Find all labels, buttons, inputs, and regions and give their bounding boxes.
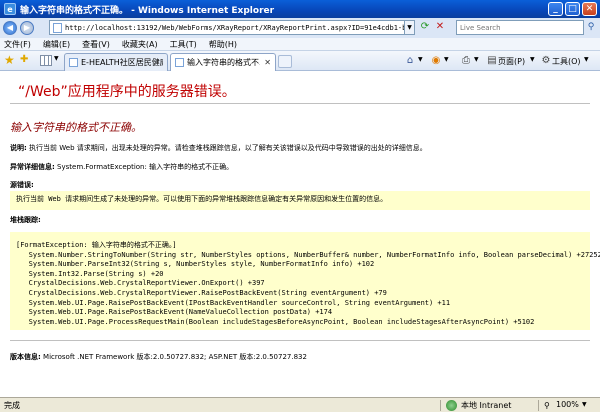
page-content: “/Web”应用程序中的服务器错误。 输入字符串的格式不正确。 说明: 执行当前… (0, 72, 600, 397)
window-controls: _ □ ✕ (548, 2, 597, 16)
page-menu-button[interactable]: 页面(P) (498, 56, 525, 67)
forward-arrow-icon[interactable]: ▶ (20, 21, 34, 35)
menu-file[interactable]: 文件(F) (4, 39, 31, 50)
back-arrow-icon[interactable]: ◀ (3, 21, 17, 35)
page-menu-icon[interactable]: ▤ (486, 55, 498, 67)
refresh-icon[interactable]: ⟳ (419, 21, 431, 33)
close-button[interactable]: ✕ (582, 2, 597, 16)
description-text: 执行当前 Web 请求期间，出现未处理的异常。请检查堆栈跟踪信息，以了解有关该错… (29, 144, 427, 152)
zoom-level[interactable]: 100% (556, 400, 579, 409)
close-tab-icon[interactable]: ✕ (264, 58, 271, 67)
stack-trace-box: [FormatException: 输入字符串的格式不正确。] System.N… (10, 232, 600, 330)
stack-line: System.Number.StringToNumber(String str,… (16, 250, 600, 259)
internet-zone-icon (446, 400, 457, 411)
version-label: 版本信息: (10, 353, 41, 361)
tab-error[interactable]: 输入字符串的格式不... ✕ (170, 53, 276, 71)
tab-ehealth[interactable]: E-HEALTH社区居民健康信... (64, 53, 168, 71)
footer-divider (10, 340, 590, 341)
menu-help[interactable]: 帮助(H) (209, 39, 237, 50)
search-box[interactable] (456, 20, 584, 35)
error-subtitle: 输入字符串的格式不正确。 (10, 121, 142, 134)
page-dropdown-icon[interactable]: ▼ (530, 56, 535, 63)
stack-trace-heading: 堆栈跟踪: (10, 215, 41, 225)
window-title: 输入字符串的格式不正确。 - Windows Internet Explorer (20, 5, 275, 16)
tab-page-icon (69, 58, 78, 67)
stack-trace-label: 堆栈跟踪: (10, 216, 41, 224)
favorites-star-icon[interactable]: ★ (4, 54, 16, 66)
status-separator (538, 400, 539, 411)
search-input[interactable] (460, 23, 570, 32)
zoom-icon[interactable]: ⚲ (544, 401, 550, 410)
description-paragraph: 说明: 执行当前 Web 请求期间，出现未处理的异常。请检查堆栈跟踪信息，以了解… (10, 143, 427, 153)
stack-line: System.Web.UI.Page.ProcessRequestMain(Bo… (16, 317, 535, 326)
tools-gear-icon[interactable]: ⚙ (540, 55, 552, 67)
source-error-box: 执行当前 Web 请求期间生成了未处理的异常。可以使用下面的异常堆栈跟踪信息确定… (10, 191, 590, 210)
stack-line: System.Web.UI.Page.RaisePostBackEvent(Na… (16, 308, 333, 317)
home-icon[interactable]: ⌂ (404, 55, 416, 67)
tools-menu-button[interactable]: 工具(O) (552, 56, 581, 67)
stack-line: System.Number.ParseInt32(String s, Numbe… (16, 260, 375, 269)
window-titlebar: e 输入字符串的格式不正确。 - Windows Internet Explor… (0, 0, 600, 18)
home-dropdown-icon[interactable]: ▼ (418, 56, 423, 63)
description-label: 说明: (10, 144, 27, 152)
version-paragraph: 版本信息: Microsoft .NET Framework 版本:2.0.50… (10, 352, 307, 362)
source-error-heading: 源错误: (10, 180, 34, 190)
stack-line: [FormatException: 输入字符串的格式不正确。] (16, 241, 177, 249)
feeds-dropdown-icon[interactable]: ▼ (444, 56, 449, 63)
menu-view[interactable]: 查看(V) (82, 39, 110, 50)
address-url[interactable]: http://localhost:13192/Web/WebForms/XRay… (65, 24, 404, 32)
source-error-text: 执行当前 Web 请求期间生成了未处理的异常。可以使用下面的异常堆栈跟踪信息确定… (16, 195, 388, 203)
quick-tabs-icon[interactable] (40, 55, 52, 66)
version-text: Microsoft .NET Framework 版本:2.0.50727.83… (43, 353, 307, 361)
tools-dropdown-icon[interactable]: ▼ (584, 56, 589, 63)
tab-toolbar-row: ★ ✚ ▼ E-HEALTH社区居民健康信... 输入字符串的格式不... ✕ … (0, 51, 600, 71)
stop-icon[interactable]: ✕ (434, 21, 446, 33)
add-favorites-icon[interactable]: ✚ (20, 54, 32, 66)
stack-line: System.Int32.Parse(String s) +20 (16, 269, 164, 278)
stack-line: CrystalDecisions.Web.CrystalReportViewer… (16, 288, 387, 297)
address-bar[interactable]: http://localhost:13192/Web/WebForms/XRay… (49, 20, 405, 35)
tab-list-dropdown-icon[interactable]: ▼ (54, 55, 59, 62)
ie-logo-icon: e (4, 3, 16, 15)
title-divider (10, 103, 590, 104)
feeds-icon[interactable]: ◉ (430, 55, 442, 67)
new-tab-button[interactable] (278, 55, 292, 68)
stack-line: System.Web.UI.Page.RaisePostBackEvent(IP… (16, 298, 451, 307)
print-dropdown-icon[interactable]: ▼ (474, 56, 479, 63)
error-title: “/Web”应用程序中的服务器错误。 (18, 84, 236, 100)
tab-label: 输入字符串的格式不... (187, 58, 261, 67)
tab-label: E-HEALTH社区居民健康信... (81, 58, 163, 67)
exception-paragraph: 异常详细信息: System.FormatException: 输入字符串的格式… (10, 162, 233, 172)
status-text: 完成 (4, 401, 20, 410)
status-bar: 完成 本地 Intranet ⚲ 100% ▼ (0, 397, 600, 412)
status-separator (440, 400, 441, 411)
exception-label: 异常详细信息: (10, 163, 55, 171)
zoom-dropdown-icon[interactable]: ▼ (582, 401, 587, 408)
maximize-button[interactable]: □ (565, 2, 580, 16)
menu-edit[interactable]: 编辑(E) (43, 39, 70, 50)
minimize-button[interactable]: _ (548, 2, 563, 16)
stack-line: CrystalDecisions.Web.CrystalReportViewer… (16, 279, 265, 288)
page-icon (53, 22, 62, 33)
menu-favorites[interactable]: 收藏夹(A) (122, 39, 158, 50)
search-icon[interactable]: ⚲ (585, 21, 597, 33)
security-zone-label[interactable]: 本地 Intranet (461, 400, 511, 411)
exception-text: System.FormatException: 输入字符串的格式不正确。 (57, 163, 234, 171)
print-icon[interactable]: ⎙ (460, 55, 472, 67)
menu-bar: 文件(F) 编辑(E) 查看(V) 收藏夹(A) 工具(T) 帮助(H) (0, 38, 600, 51)
address-dropdown-icon[interactable]: ▼ (405, 20, 415, 35)
source-error-label: 源错误: (10, 181, 34, 189)
tab-page-icon (175, 58, 184, 67)
address-row: ◀ ▶ http://localhost:13192/Web/WebForms/… (0, 18, 600, 38)
menu-tools[interactable]: 工具(T) (170, 39, 197, 50)
